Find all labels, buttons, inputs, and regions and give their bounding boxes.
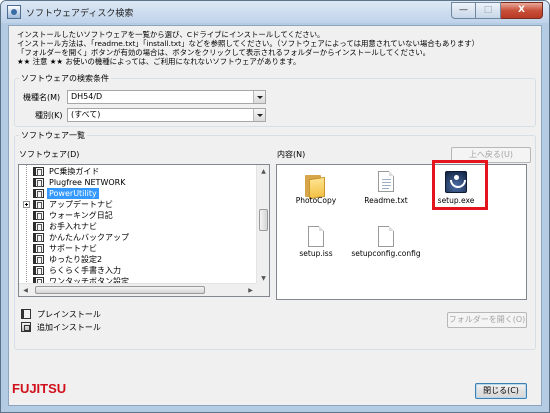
tree-item-label: お手入れナビ (49, 222, 97, 231)
title-bar[interactable]: ソフトウェアディスク検索 — □ X (1, 1, 549, 23)
tree-item-label: アップデートナビ (49, 200, 113, 209)
model-select-value: DH54/D (71, 92, 103, 101)
tree-item[interactable]: ゆったり設定2 (19, 254, 255, 265)
scroll-corner (256, 283, 269, 296)
software-package-icon (33, 233, 44, 242)
tree-item[interactable]: PowerUtility (19, 188, 255, 199)
tree-item[interactable]: かんたんバックアップ (19, 232, 255, 243)
chevron-down-icon (253, 109, 265, 121)
instruction-line-1: インストールしたいソフトウェアを一覧から選び、Cドライブにインストールしてくださ… (17, 30, 325, 39)
app-icon (7, 5, 21, 19)
highlight-box (432, 160, 488, 210)
tree-item-label: かんたんバックアップ (49, 233, 129, 242)
close-window-button[interactable]: X (501, 2, 543, 19)
scroll-left-icon[interactable]: ◀ (19, 284, 32, 296)
file-name: PhotoCopy (295, 196, 337, 205)
instructions: インストールしたいソフトウェアを一覧から選び、Cドライブにインストールしてくださ… (17, 30, 537, 66)
file-icon (308, 226, 324, 247)
legend-additional-text: 追加インストール (37, 323, 101, 332)
minimize-button[interactable]: — (451, 2, 476, 19)
instruction-line-2: インストール方法は、「readme.txt」「install.txt」などを参照… (17, 39, 479, 48)
fujitsu-logo: FUJITSU (12, 381, 67, 396)
instruction-line-4: ★★ 注意 ★★ お使いの機種によっては、ご利用になれないソフトウェアがあります… (17, 57, 301, 66)
software-package-icon (33, 244, 44, 253)
additional-install-icon (21, 322, 31, 332)
software-package-icon (33, 211, 44, 220)
folder-icon (305, 173, 326, 200)
expand-icon[interactable] (23, 201, 30, 208)
software-package-icon (33, 200, 44, 209)
software-package-icon (33, 167, 44, 176)
tree-item[interactable]: Plugfree NETWORK (19, 177, 255, 188)
preinstall-icon (21, 309, 31, 319)
file-name: Readme.txt (364, 196, 408, 205)
tree-item-label: PC乗換ガイド (49, 167, 100, 176)
maximize-button: □ (476, 2, 501, 19)
tree-item-label: サポートナビ (49, 244, 97, 253)
scroll-up-icon[interactable]: ▲ (257, 165, 269, 178)
software-package-icon (33, 189, 44, 198)
tree-item[interactable]: お手入れナビ (19, 221, 255, 232)
caption-buttons: — □ X (451, 2, 543, 19)
type-label: 種別(K) (35, 111, 63, 120)
file-icon (378, 226, 394, 247)
contents-label: 内容(N) (277, 150, 306, 159)
tree-item-label: PowerUtility (47, 188, 99, 199)
contents-pane[interactable]: PhotoCopy Readme.txt setup.exe setup.iss… (276, 164, 527, 300)
software-package-icon (33, 266, 44, 275)
tree-horizontal-scrollbar[interactable]: ◀ ▶ (19, 283, 257, 296)
tree-item[interactable]: サポートナビ (19, 243, 255, 254)
tree-item[interactable]: らくらく手書き入力 (19, 265, 255, 276)
software-list-label: ソフトウェア一覧 (21, 131, 85, 140)
type-select[interactable]: (すべて) (67, 108, 266, 122)
software-package-icon (33, 222, 44, 231)
text-file-icon (378, 171, 394, 192)
chevron-down-icon (253, 91, 265, 103)
tree-item[interactable]: PC乗換ガイド (19, 166, 255, 177)
instruction-line-3: 「フォルダーを開く」ボタンが有効の場合は、ボタンをクリックして表示されるフォルダ… (17, 48, 431, 57)
software-tree[interactable]: PC乗換ガイド Plugfree NETWORK PowerUtility アップデー… (18, 164, 270, 297)
software-disk-search-window: ソフトウェアディスク検索 — □ X インストールしたいソフトウェアを一覧から選… (0, 0, 550, 413)
file-name: setupconfig.config (351, 249, 421, 258)
tree-item-label: ウォーキング日記 (49, 211, 113, 220)
tree-item-label: らくらく手書き入力 (49, 266, 121, 275)
tree-item-label: ゆったり設定2 (49, 255, 103, 264)
software-package-icon (33, 178, 44, 187)
tree-item[interactable]: ウォーキング日記 (19, 210, 255, 221)
file-name: setup.iss (299, 249, 333, 258)
tree-vertical-thumb[interactable] (259, 209, 268, 231)
tree-horizontal-thumb[interactable] (35, 286, 205, 294)
close-button[interactable]: 閉じる(C) (475, 383, 527, 399)
open-folder-button[interactable]: フォルダーを開く(O) (447, 312, 527, 328)
search-conditions-label: ソフトウェアの検索条件 (21, 74, 109, 83)
type-select-value: (すべて) (71, 110, 101, 119)
tree-item-label: Plugfree NETWORK (49, 178, 126, 187)
legend-preinstall-text: プレインストール (37, 310, 101, 319)
window-title: ソフトウェアディスク検索 (26, 9, 134, 19)
model-label: 機種名(M) (23, 93, 61, 102)
software-package-icon (33, 255, 44, 264)
tree-vertical-scrollbar[interactable]: ▲ ▼ (256, 165, 269, 285)
model-select[interactable]: DH54/D (67, 90, 266, 104)
tree-item[interactable]: アップデートナビ (19, 199, 255, 210)
software-tree-label: ソフトウェア(D) (19, 150, 80, 159)
